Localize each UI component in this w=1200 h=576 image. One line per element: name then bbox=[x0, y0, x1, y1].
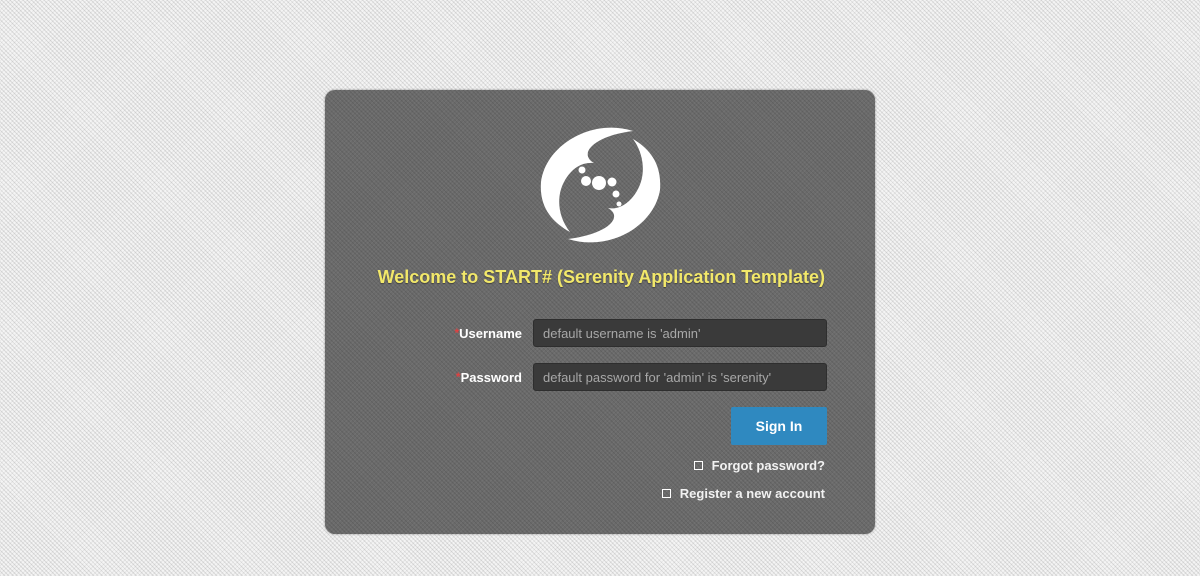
password-label-text: Password bbox=[460, 369, 522, 385]
forgot-password-label: Forgot password? bbox=[711, 458, 825, 473]
login-panel: Welcome to START# (Serenity Application … bbox=[325, 90, 875, 534]
checkbox-square-icon bbox=[661, 489, 671, 498]
password-input[interactable] bbox=[533, 363, 827, 391]
register-account-link[interactable]: Register a new account bbox=[661, 486, 825, 501]
serenity-logo-icon bbox=[540, 127, 661, 243]
username-label-text: Username bbox=[459, 325, 522, 341]
password-label: *Password bbox=[456, 370, 522, 385]
username-row: *Username bbox=[325, 319, 827, 347]
welcome-title: Welcome to START# (Serenity Application … bbox=[377, 267, 825, 287]
username-label: *Username bbox=[454, 326, 522, 341]
checkbox-square-icon bbox=[693, 461, 703, 470]
forgot-password-link[interactable]: Forgot password? bbox=[693, 458, 825, 473]
username-input[interactable] bbox=[533, 319, 827, 347]
password-row: *Password bbox=[325, 363, 827, 391]
register-account-label: Register a new account bbox=[679, 486, 825, 501]
sign-in-button[interactable]: Sign In bbox=[731, 407, 827, 445]
